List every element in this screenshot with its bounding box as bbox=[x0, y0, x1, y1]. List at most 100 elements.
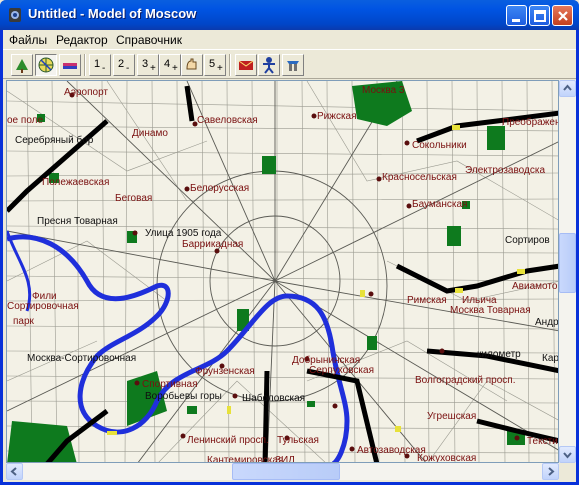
map-label[interactable]: Сокольники bbox=[412, 140, 467, 151]
map-label[interactable]: Авиамотори bbox=[512, 281, 559, 292]
map-labels: Аэропорт Савеловская Рижская Москва 3 Пр… bbox=[7, 85, 559, 463]
vertical-scroll-thumb[interactable] bbox=[559, 233, 576, 293]
vehicle-icon bbox=[63, 63, 77, 69]
tools-tool-button[interactable] bbox=[282, 54, 304, 76]
map-label[interactable]: Беговая bbox=[115, 193, 152, 204]
zoom-level-sign: - bbox=[102, 63, 106, 74]
map-label[interactable]: Серпуховская bbox=[309, 365, 374, 376]
map-label[interactable]: Улица 1905 года bbox=[145, 228, 222, 239]
minimize-button[interactable] bbox=[506, 5, 527, 26]
map-label[interactable]: Москва Товарная bbox=[450, 305, 531, 316]
map-label[interactable]: Автозаводская bbox=[357, 445, 426, 456]
map-label[interactable]: Угрешская bbox=[427, 411, 476, 422]
menu-files[interactable]: Файлы bbox=[9, 33, 47, 47]
zoom-level-5-button[interactable]: 5 + bbox=[204, 54, 226, 76]
person-icon bbox=[263, 57, 275, 74]
arrow-left-icon bbox=[10, 467, 17, 476]
zoom-level-4-button[interactable]: 4 + bbox=[159, 54, 181, 76]
map-label[interactable]: парк bbox=[13, 316, 35, 327]
scroll-up-button[interactable] bbox=[559, 80, 576, 97]
maximize-icon bbox=[534, 10, 546, 22]
map-label[interactable]: Кар bbox=[542, 353, 559, 364]
zoom-level-number: 5 bbox=[209, 58, 216, 70]
scroll-left-button[interactable] bbox=[6, 463, 23, 480]
zoom-level-number: 3 bbox=[142, 58, 149, 70]
menu-editor[interactable]: Редактор bbox=[56, 33, 108, 47]
map-label[interactable]: Римская bbox=[407, 295, 447, 306]
map-label[interactable]: Баррикадная bbox=[182, 239, 243, 250]
map-label[interactable]: Шаболовская bbox=[242, 392, 305, 404]
zoom-level-sign: + bbox=[217, 63, 223, 74]
map-label[interactable]: Сортиров bbox=[505, 235, 550, 246]
mail-tool-button[interactable] bbox=[235, 54, 257, 76]
map-label[interactable]: Полежаевская bbox=[42, 177, 109, 188]
person-tool-button[interactable] bbox=[258, 54, 280, 76]
map-tree-tool-button[interactable] bbox=[11, 54, 33, 76]
map-label[interactable]: Андро bbox=[535, 317, 559, 328]
maximize-button[interactable] bbox=[529, 5, 550, 26]
zoom-level-1-button[interactable]: 1 - bbox=[89, 54, 111, 76]
close-icon bbox=[558, 11, 568, 21]
map-label[interactable]: Кожуховская bbox=[417, 453, 476, 463]
zoom-level-number: 4 bbox=[164, 58, 171, 70]
map-label[interactable]: Бауманская bbox=[412, 199, 467, 210]
window-title: Untitled - Model of Moscow bbox=[28, 6, 197, 21]
vehicle-tool-button[interactable] bbox=[59, 54, 81, 76]
map-label[interactable]: Фили bbox=[32, 291, 57, 302]
yauza-river bbox=[7, 230, 32, 312]
scroll-right-button[interactable] bbox=[542, 463, 559, 480]
map-label[interactable]: ЗИЛ bbox=[275, 455, 295, 463]
zoom-level-number: 1 bbox=[94, 58, 101, 70]
map-label[interactable]: Белорусская bbox=[190, 183, 249, 194]
map-label[interactable]: Аэропорт bbox=[64, 87, 108, 98]
zoom-level-sign: + bbox=[172, 63, 178, 74]
map-label[interactable]: Электрозаводска bbox=[465, 165, 545, 176]
map-label[interactable]: Москва 3 bbox=[362, 85, 405, 96]
toolbar: 1 - 2 - 3 + 4 + 5 + bbox=[3, 49, 576, 79]
zoom-level-2-button[interactable]: 2 - bbox=[113, 54, 135, 76]
map-label[interactable]: Текстильщ bbox=[527, 436, 559, 447]
zoom-level-3-button[interactable]: 3 + bbox=[137, 54, 159, 76]
map-label[interactable]: Пресня Товарная bbox=[37, 216, 118, 227]
scroll-down-button[interactable] bbox=[559, 446, 576, 463]
scrollbar-corner bbox=[559, 463, 576, 480]
map-label[interactable]: Тульская bbox=[277, 435, 319, 446]
tools-icon bbox=[287, 61, 299, 71]
menu-bar: Файлы Редактор Справочник bbox=[3, 30, 576, 49]
map-label[interactable]: ое поле bbox=[7, 115, 43, 126]
app-icon bbox=[9, 8, 21, 22]
hand-icon bbox=[186, 58, 197, 70]
map-label[interactable]: Москва-Сортировочная bbox=[27, 353, 136, 364]
map-label[interactable]: Ленинский просп. bbox=[187, 435, 269, 446]
horizontal-scroll-thumb[interactable] bbox=[232, 463, 340, 480]
map-label[interactable]: Кантемировская bbox=[207, 455, 283, 463]
arrow-right-icon bbox=[548, 467, 555, 476]
arrow-up-icon bbox=[563, 84, 572, 91]
map-label[interactable]: Преображен bbox=[502, 116, 559, 128]
vertical-scrollbar[interactable] bbox=[559, 80, 576, 463]
map-label[interactable]: Воробьевы горы bbox=[145, 390, 222, 402]
map-label[interactable]: Красносельская bbox=[382, 172, 457, 183]
globe-tool-button[interactable] bbox=[35, 54, 57, 76]
map-label[interactable]: Савеловская bbox=[197, 115, 258, 126]
map-label[interactable]: Фрунзенская bbox=[195, 366, 255, 377]
map-label[interactable]: Серебряный бор bbox=[15, 134, 94, 146]
hand-pan-button[interactable] bbox=[181, 54, 203, 76]
map-label[interactable]: Спортивная bbox=[142, 379, 198, 390]
close-button[interactable] bbox=[552, 5, 573, 26]
zoom-level-sign: - bbox=[126, 63, 130, 74]
map-label[interactable]: Рижская bbox=[317, 111, 357, 122]
map-label[interactable]: Волгоградский просп. bbox=[415, 375, 516, 386]
horizontal-scrollbar[interactable] bbox=[6, 463, 559, 480]
map-tree-icon bbox=[16, 59, 28, 73]
map-label[interactable]: Сортировочная bbox=[7, 301, 79, 312]
map-canvas[interactable]: Аэропорт Савеловская Рижская Москва 3 Пр… bbox=[6, 80, 559, 463]
mail-icon bbox=[238, 60, 254, 70]
globe-icon bbox=[38, 57, 54, 73]
map-label[interactable]: Динамо bbox=[132, 128, 168, 139]
moscow-map[interactable]: Аэропорт Савеловская Рижская Москва 3 Пр… bbox=[7, 81, 559, 463]
menu-reference[interactable]: Справочник bbox=[116, 33, 182, 47]
map-label[interactable]: километр bbox=[477, 349, 521, 360]
zoom-level-number: 2 bbox=[118, 58, 125, 70]
title-bar[interactable]: Untitled - Model of Moscow bbox=[0, 0, 579, 30]
